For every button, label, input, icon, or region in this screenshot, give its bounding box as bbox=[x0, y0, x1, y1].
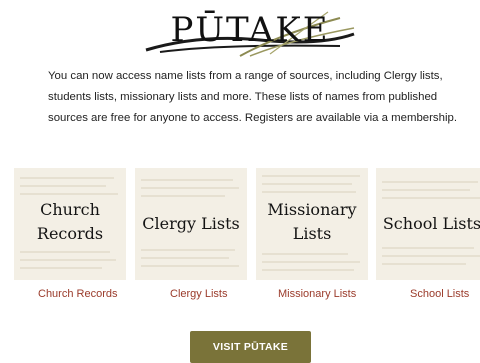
list-cards: Church Records Clergy Lists Missionary Lis… bbox=[14, 168, 480, 280]
putake-logo[interactable]: PŪTAKE bbox=[140, 4, 360, 58]
card-title: Clergy Lists bbox=[142, 214, 240, 233]
link-church-records[interactable]: Church Records bbox=[38, 288, 117, 300]
link-missionary-lists[interactable]: Missionary Lists bbox=[278, 288, 356, 300]
card-title: Church Records bbox=[36, 200, 104, 243]
intro-text: You can now access name lists from a ran… bbox=[48, 70, 457, 124]
card-church-records[interactable]: Church Records bbox=[14, 168, 126, 280]
logo-wordmark: PŪTAKE bbox=[170, 10, 330, 50]
card-title: Missionary Lists bbox=[267, 200, 357, 243]
card-clergy-lists[interactable]: Clergy Lists bbox=[135, 168, 247, 280]
card-school-lists[interactable]: School Lists bbox=[376, 168, 480, 280]
link-school-lists[interactable]: School Lists bbox=[410, 288, 469, 300]
card-missionary-lists[interactable]: Missionary Lists bbox=[256, 168, 368, 280]
link-clergy-lists[interactable]: Clergy Lists bbox=[170, 288, 227, 300]
card-links: Church Records Clergy Lists Missionary L… bbox=[0, 288, 480, 304]
visit-putake-button[interactable]: VISIT PŪTAKE bbox=[190, 331, 311, 363]
card-title: School Lists bbox=[382, 214, 480, 233]
